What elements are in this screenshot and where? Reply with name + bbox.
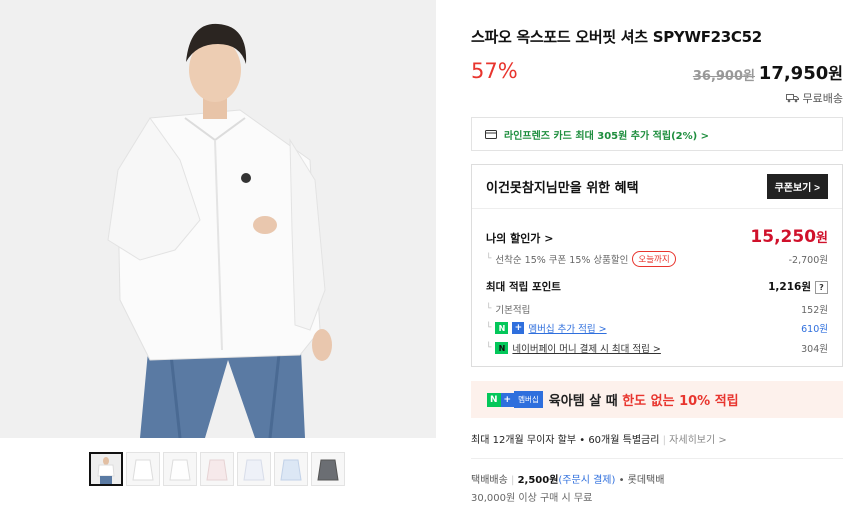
tree-elbow-icon: └: [486, 304, 492, 314]
help-icon[interactable]: ?: [815, 281, 828, 294]
my-discount-link[interactable]: 나의 할인가 >: [486, 230, 553, 246]
membership-points-row: └ N + 멤버십 추가 적립 > 610원: [486, 321, 828, 335]
points-label: 최대 적립 포인트: [486, 281, 561, 293]
benefit-title: 이건못참지님만을 위한 혜택: [486, 181, 639, 196]
plus-icon: +: [512, 322, 525, 334]
member-benefit-box: 이건못참지님만을 위한 혜택 쿠폰보기 > 나의 할인가 > 15,250원 └…: [471, 164, 843, 367]
thumbnail-2[interactable]: [126, 452, 160, 486]
card-benefit-link[interactable]: 라인프렌즈 카드 최대 305원 추가 적립(2%) >: [471, 117, 843, 151]
thumbnail-7[interactable]: [311, 452, 345, 486]
main-product-image[interactable]: [0, 0, 436, 438]
naver-n-icon: N: [495, 322, 509, 334]
my-discount-row: 나의 할인가 > 15,250원: [486, 227, 828, 247]
delivery-fee: 2,500원: [517, 475, 559, 486]
thumbnail-3[interactable]: [163, 452, 197, 486]
basic-points-row: └ 기본적립 152원: [486, 302, 828, 316]
delivery-fee-note: (주문시 결제): [558, 475, 616, 486]
my-discount-price-value: 15,250: [750, 227, 817, 247]
basic-points-value: 152원: [801, 305, 828, 316]
shipping-label: 무료배송: [802, 92, 843, 105]
product-title: 스파오 옥스포드 오버핏 셔츠 SPYWF23C52: [471, 28, 762, 46]
card-benefit-text: 라인프렌즈 카드 최대 305원 추가 적립(2%) >: [504, 130, 710, 142]
promo-text: 육아템 살 때 한도 없는 10% 적립: [549, 390, 739, 409]
original-price: 36,900원: [692, 69, 755, 84]
discount-rate: 57%: [471, 59, 518, 83]
divider: [471, 458, 843, 459]
delivery-info: 택배배송 | 2,500원(주문시 결제) • 롯데택배: [471, 475, 665, 486]
coupon-amount: -2,700원: [788, 255, 828, 266]
plus-icon: +: [500, 392, 515, 407]
npay-points-value: 304원: [801, 344, 828, 355]
thumbnail-4[interactable]: [200, 452, 234, 486]
points-total: 1,216원: [768, 281, 811, 293]
my-discount-price-unit: 원: [816, 231, 828, 246]
thumbnail-6[interactable]: [274, 452, 308, 486]
membership-badge: 멤버십: [514, 391, 543, 408]
free-delivery-condition: 30,000원 이상 구매 시 무료: [471, 493, 593, 504]
sale-price-value: 17,950: [758, 63, 829, 84]
thumbnail-5[interactable]: [237, 452, 271, 486]
promo-banner[interactable]: N + 멤버십 육아템 살 때 한도 없는 10% 적립: [471, 381, 843, 418]
points-row: 최대 적립 포인트 1,216원?: [486, 279, 828, 294]
tree-elbow-icon: └: [486, 323, 492, 333]
my-discount-price: 15,250원: [750, 227, 828, 247]
delivery-carrier: • 롯데택배: [618, 475, 665, 486]
product-page: 스파오 옥스포드 오버핏 셔츠 SPYWF23C52 57% 36,900원 1…: [0, 0, 850, 521]
npay-points-link[interactable]: 네이버페이 머니 결제 시 최대 적립 >: [512, 341, 660, 355]
installment-info: 최대 12개월 무이자 할부 • 60개월 특별금리 | 자세히보기 >: [471, 435, 727, 446]
product-gallery: [0, 0, 436, 521]
truck-icon: [785, 94, 799, 103]
tree-elbow-icon: └: [486, 254, 492, 264]
naver-n-icon: N: [487, 392, 501, 407]
sale-price: 17,950원: [759, 60, 843, 84]
promo-text-highlight: 한도 없는 10% 적립: [622, 394, 739, 409]
thumbnail-1[interactable]: [89, 452, 123, 486]
benefit-header: 이건못참지님만을 위한 혜택 쿠폰보기 >: [472, 165, 842, 209]
promo-text-prefix: 육아템 살 때: [548, 394, 623, 409]
installment-more-link[interactable]: 자세히보기 >: [669, 435, 727, 446]
model-photo: [0, 0, 436, 438]
installment-text: 최대 12개월 무이자 할부 • 60개월 특별금리: [471, 435, 660, 446]
basic-points-label: 기본적립: [495, 305, 531, 316]
membership-points-link[interactable]: 멤버십 추가 적립 >: [528, 321, 606, 335]
credit-card-icon: [485, 129, 497, 139]
delivery-label: 택배배송: [471, 475, 508, 486]
tree-elbow-icon: └: [486, 343, 492, 353]
coupon-view-button[interactable]: 쿠폰보기 >: [766, 174, 828, 199]
membership-points-value: 610원: [801, 324, 828, 335]
naver-pay-icon: N: [495, 342, 509, 354]
coupon-detail: 선착순 15% 쿠폰 15% 상품할인: [495, 255, 629, 266]
coupon-row: └ 선착순 15% 쿠폰 15% 상품할인 오늘까지 -2,700원: [486, 251, 828, 267]
sale-price-unit: 원: [828, 64, 843, 83]
thumbnail-strip: [89, 452, 345, 486]
free-shipping: 무료배송: [785, 90, 843, 106]
npay-points-row: └ N 네이버페이 머니 결제 시 최대 적립 > 304원: [486, 341, 828, 355]
today-only-badge: 오늘까지: [632, 251, 676, 267]
